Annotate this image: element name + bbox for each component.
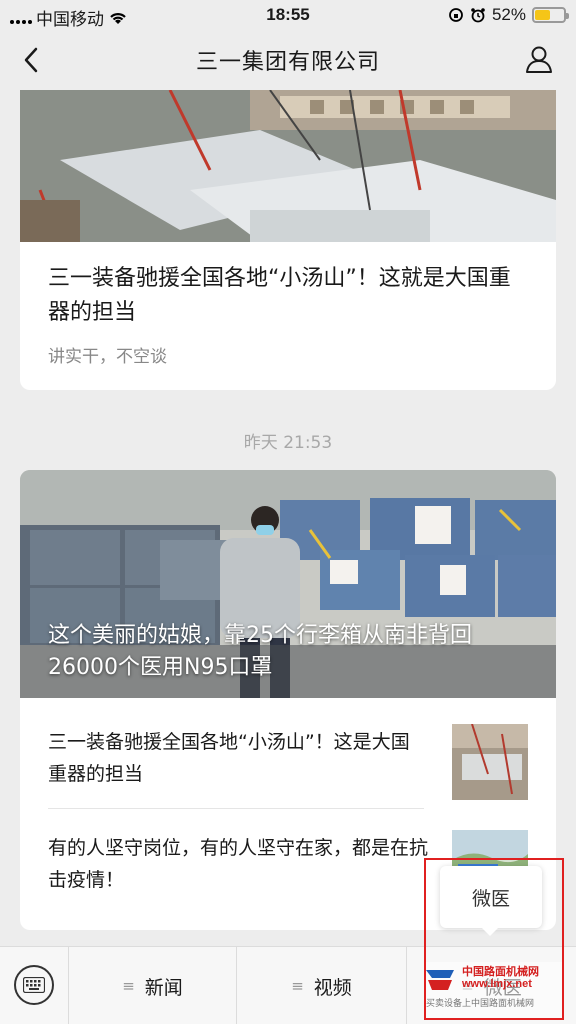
submenu-popup[interactable]: 微医 xyxy=(440,866,542,936)
hero-title[interactable]: 这个美丽的姑娘，靠25个行李箱从南非背回26000个医用N95口罩 xyxy=(48,620,538,684)
article-cover-image xyxy=(20,90,556,242)
profile-icon[interactable] xyxy=(524,44,554,74)
battery-fill xyxy=(535,10,550,20)
article-card-2: 这个美丽的姑娘，靠25个行李箱从南非背回26000个医用N95口罩 三一装备驰援… xyxy=(20,470,556,930)
menu-tab-video[interactable]: ≡ 视频 xyxy=(236,947,406,1024)
menu-tab-label: 视频 xyxy=(313,976,352,999)
menu-tab-label: 新闻 xyxy=(144,976,183,999)
status-right: 52% xyxy=(448,5,569,25)
list-item[interactable]: 三一装备驰援全国各地“小汤山”！这是大国重器的担当 xyxy=(48,702,528,802)
article-title[interactable]: 三一装备驰援全国各地“小汤山”！这就是大国重器的担当 xyxy=(48,262,528,330)
menu-lines-icon: ≡ xyxy=(122,977,135,995)
alarm-icon xyxy=(471,8,485,23)
watermark: 中国路面机械网 www.lmjx.net 买卖设备上中国路面机械网 xyxy=(424,962,564,1018)
watermark-site-name: 中国路面机械网 xyxy=(462,966,539,978)
article-subtitle: 讲实干，不空谈 xyxy=(48,347,167,367)
battery-icon xyxy=(532,7,569,23)
keyboard-icon xyxy=(23,977,45,993)
article-card-1[interactable]: 三一装备驰援全国各地“小汤山”！这就是大国重器的担当 讲实干，不空谈 xyxy=(20,90,556,390)
status-bar: 中国移动 18:55 52% xyxy=(0,0,576,30)
keyboard-toggle-button[interactable] xyxy=(14,965,54,1005)
list-item-title[interactable]: 有的人坚守岗位，有的人坚守在家，都是在抗击疫情！ xyxy=(48,832,428,896)
message-timestamp: 昨天 21:53 xyxy=(243,433,333,453)
hero-article[interactable]: 这个美丽的姑娘，靠25个行李箱从南非背回26000个医用N95口罩 xyxy=(20,470,556,698)
rotation-lock-icon xyxy=(449,8,463,22)
back-arrow-icon[interactable] xyxy=(20,46,44,74)
battery-percent: 52% xyxy=(491,5,526,24)
menu-lines-icon: ≡ xyxy=(291,977,304,995)
list-item-title[interactable]: 三一装备驰援全国各地“小汤山”！这是大国重器的担当 xyxy=(48,726,428,790)
submenu-item[interactable]: 微医 xyxy=(472,884,510,911)
nav-bar: 三一集团有限公司 xyxy=(0,30,576,90)
watermark-logo-icon xyxy=(426,970,454,990)
watermark-site-url: www.lmjx.net xyxy=(462,978,532,990)
watermark-site: 中国路面机械网 www.lmjx.net xyxy=(462,966,539,990)
menu-tab-news[interactable]: ≡ 新闻 xyxy=(68,947,236,1024)
page-title: 三一集团有限公司 xyxy=(195,50,380,75)
list-item-thumbnail xyxy=(452,724,528,800)
watermark-slogan: 买卖设备上中国路面机械网 xyxy=(426,999,535,1009)
